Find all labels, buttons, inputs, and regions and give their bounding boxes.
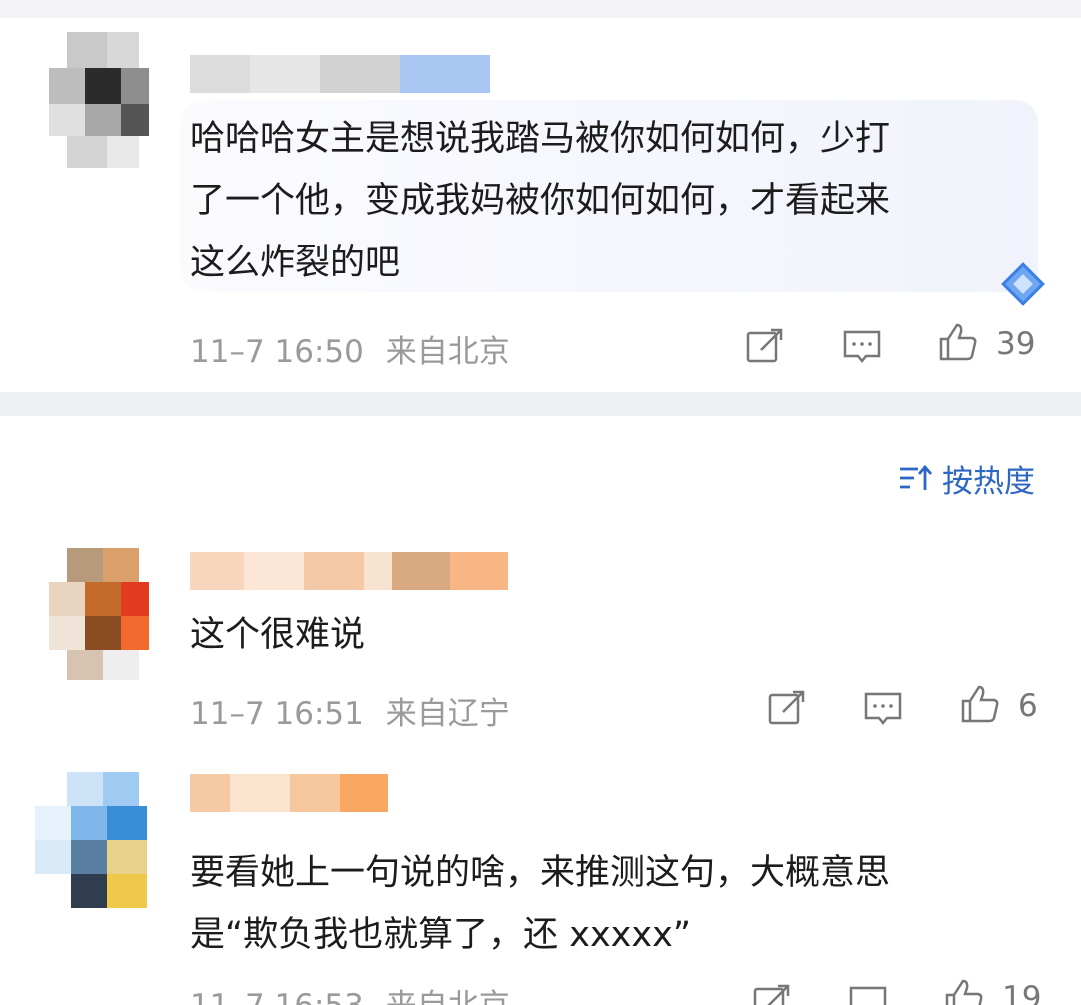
top-strip (0, 0, 1081, 18)
avatar[interactable] (35, 548, 153, 686)
comment-text: 要看她上一句说的啥，来推测这句，大概意思 是“欺负我也就算了，还 xxxxx” (190, 853, 891, 955)
comment-meta: 11–7 16:50 来自北京 (190, 326, 510, 371)
comment-icon[interactable] (842, 326, 882, 366)
comment-text: 这个很难说 (190, 615, 366, 655)
sort-icon (900, 464, 932, 490)
comment-meta: 11–7 16:53 来自北京 (190, 980, 510, 1005)
share-icon[interactable] (752, 982, 792, 1005)
username-redacted[interactable] (190, 552, 508, 592)
username-redacted[interactable] (190, 774, 388, 814)
comment-meta: 11–7 16:51 来自辽宁 (190, 688, 510, 733)
avatar[interactable] (35, 32, 153, 170)
sort-label: 按热度 (942, 463, 1035, 500)
share-icon[interactable] (767, 688, 807, 728)
comment-icon[interactable] (863, 688, 903, 728)
comment-time: 11–7 16:51 (190, 696, 364, 732)
diamond-badge-icon (1001, 262, 1045, 306)
section-divider (0, 392, 1081, 416)
like-count: 6 (1018, 688, 1038, 724)
thumbs-up-icon[interactable] (938, 322, 978, 362)
comment-icon[interactable] (848, 982, 888, 1005)
comment-location: 来自北京 (386, 988, 510, 1005)
sort-toggle[interactable]: 按热度 (898, 458, 1035, 500)
thumbs-up-icon[interactable] (944, 978, 984, 1005)
like-count: 39 (996, 326, 1036, 362)
comment-location: 来自北京 (385, 334, 510, 370)
comment-time: 11–7 16:53 (190, 988, 364, 1005)
avatar[interactable] (35, 772, 153, 910)
thumbs-up-icon[interactable] (960, 684, 1000, 724)
comment-text: 哈哈哈女主是想说我踏马被你如何如何，少打 了一个他，变成我妈被你如何如何，才看起… (190, 119, 891, 283)
comment-location: 来自辽宁 (385, 696, 510, 732)
username-redacted[interactable] (190, 55, 490, 95)
like-count: 19 (1002, 980, 1042, 1005)
comment-time: 11–7 16:50 (190, 334, 364, 370)
share-icon[interactable] (745, 326, 785, 366)
